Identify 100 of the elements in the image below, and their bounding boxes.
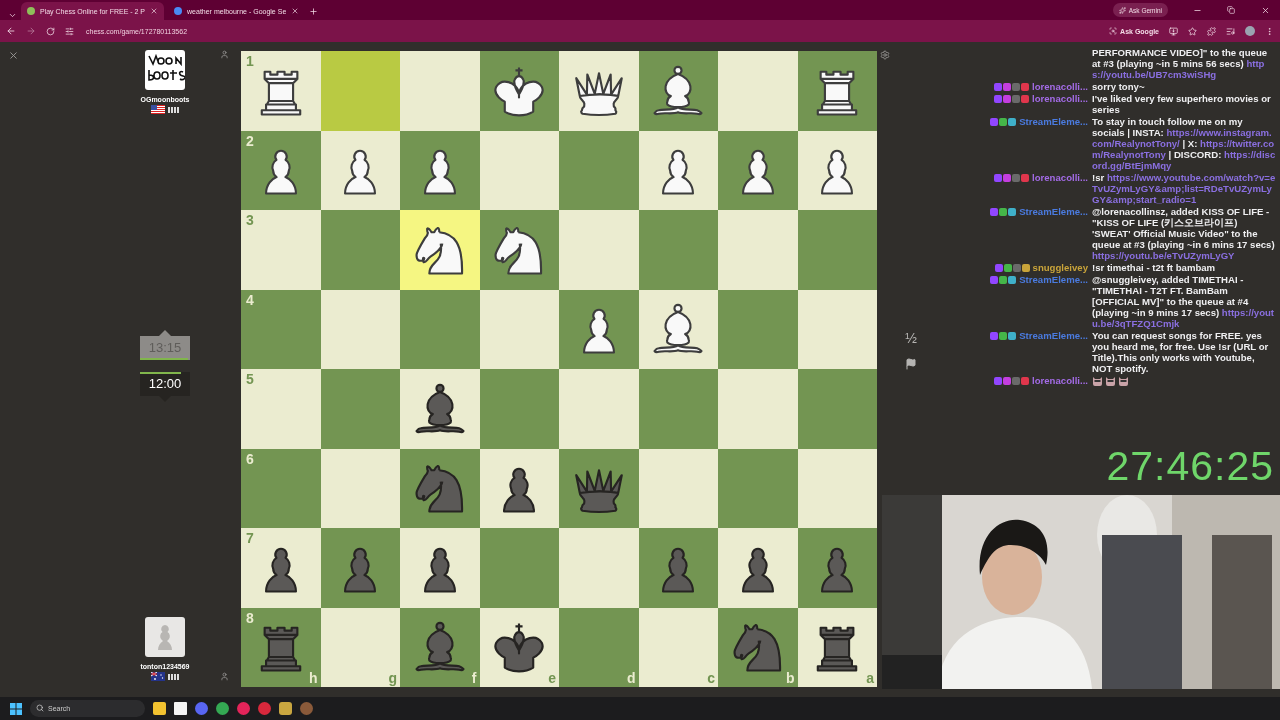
search-icon [36,704,44,712]
close-icon[interactable] [8,50,19,61]
board-square[interactable] [797,130,877,210]
user-icon [220,672,229,681]
chat-message: !sr https://www.youtube.com/watch?v=eTvUZymLyGY&amp;list=RDeTvUZymLyGY&amp;start_radio=1 [1092,172,1276,205]
board-square[interactable] [638,289,718,369]
install-icon[interactable] [1169,26,1178,36]
board-square[interactable] [400,528,480,608]
close-icon [1260,5,1270,15]
board-square[interactable]: b [718,607,798,687]
board-square[interactable]: f [400,607,480,687]
rank-label: 7 [246,530,254,546]
board-square[interactable]: 6 [241,448,321,528]
clock-time: 12:00 [148,376,182,391]
board-square[interactable]: d [559,607,639,687]
rank-label: 5 [246,371,254,387]
tab-list-icon[interactable] [8,11,17,20]
file-label: a [866,670,874,686]
app-icon[interactable] [258,702,271,715]
board-square[interactable]: 4 [241,289,321,369]
board-square[interactable] [320,130,400,210]
chat-username[interactable]: lorenacolli... [1032,172,1088,183]
chat-username[interactable]: StreamEleme... [1019,206,1088,217]
chat-username[interactable]: snuggleivey [1032,262,1088,273]
chat-username[interactable]: lorenacolli... [1032,375,1088,386]
flag-icon [150,105,165,114]
board-square[interactable]: c [638,607,718,687]
windows-start-icon[interactable] [10,702,22,715]
chat-message: I've liked very few superhero movies or series [1092,93,1272,115]
chat-username[interactable]: lorenacolli... [1032,93,1088,104]
pawn-avatar-icon [145,617,185,657]
chat-message: @snuggleivey, added TIMETHAI - "TIMETHAI - T2T FT. BamBam [OFFICIAL MV]" to the queue at #4 (playing ~in 9 mins 17 secs) https://youtu.be/3qTFZQ1Cmjk [1092,274,1276,329]
board-square[interactable]: 2 [241,130,321,210]
close-tab-icon[interactable] [291,7,300,15]
board-square[interactable] [400,369,480,449]
board-square[interactable] [638,51,718,131]
board-square[interactable]: 3 [241,210,321,290]
media-icon[interactable] [1226,26,1235,36]
profile-avatar[interactable] [1245,26,1255,36]
board-square[interactable] [559,51,639,131]
board-square[interactable]: a [797,607,877,687]
lens-icon [1109,27,1118,35]
bookmark-icon[interactable] [1188,26,1197,36]
file-label: b [785,670,795,686]
chat-message: !sr timethai - t2t ft bambam [1092,262,1217,273]
rank-label: 2 [246,132,254,149]
board-square[interactable]: e [479,607,559,687]
rank-label: 3 [246,212,254,228]
chat-message: You can request songs for FREE. yes you heard me, for free. Use !sr (URL or Title).This only works with Youtube, NOT spotify. [1092,330,1270,374]
cat-emote-icon [1105,376,1116,387]
chat-username[interactable]: StreamEleme... [1019,116,1088,127]
chat-message: @lorenacollinsz, added KISS OF LIFE - "KISS OF LIFE (키스오브라이프) 'SWEAT' Official Music Video" to the queue at #3 (playing ~in 6 mins 17 secs) https://youtu.be/eTvUZymLyGY [1092,206,1276,261]
extensions-icon[interactable] [1207,26,1216,36]
draw-offer-button[interactable]: ½ [902,330,920,346]
board-square[interactable]: 5 [241,369,321,449]
file-label: f [471,670,477,686]
board-square[interactable] [797,51,877,131]
cat-emote-icon [1092,376,1103,387]
board-square[interactable] [718,130,798,210]
file-label: h [308,670,318,686]
board-square[interactable] [479,51,559,131]
chat-username[interactable]: StreamEleme... [1019,274,1088,285]
stream-timer: 27:46:25 [1105,441,1275,491]
menu-icon[interactable] [1265,26,1274,36]
site-info-icon[interactable] [65,26,74,36]
settings-icon[interactable] [880,50,890,60]
signal-icon [167,106,180,113]
board-square[interactable] [479,210,559,290]
user-icon [220,50,229,59]
favicon [27,7,35,15]
back-icon[interactable] [6,26,16,36]
rank-label: 8 [246,609,254,626]
favicon [174,7,183,15]
new-tab-icon[interactable] [309,7,319,16]
board-square[interactable]: 7 [241,528,321,608]
file-label: c [707,670,715,686]
close-tab-icon[interactable] [150,7,159,15]
file-label: g [388,670,397,686]
app-icon[interactable] [195,702,208,715]
rank-label: 4 [246,291,254,308]
chat-username[interactable]: StreamEleme... [1019,330,1088,341]
chat-username[interactable]: lorenacolli... [1032,81,1088,92]
board-square[interactable] [400,210,480,290]
board-square[interactable] [559,289,639,369]
reload-icon[interactable] [46,26,55,36]
signal-icon [167,673,180,680]
restore-icon [1227,6,1235,14]
board-square[interactable] [638,130,718,210]
board-square[interactable]: g [320,607,400,687]
flag-icon [150,672,165,681]
file-label: d [626,670,636,686]
board-square[interactable] [718,528,798,608]
rank-label: 6 [246,450,254,467]
board-square[interactable] [479,448,559,528]
board-square[interactable]: 1 [241,51,321,131]
file-label: e [548,670,556,686]
board-square[interactable] [400,130,480,210]
board-square[interactable]: 8 h [241,607,321,687]
chat-message: sorry tony~ [1092,81,1146,92]
rank-label: 1 [246,53,254,69]
